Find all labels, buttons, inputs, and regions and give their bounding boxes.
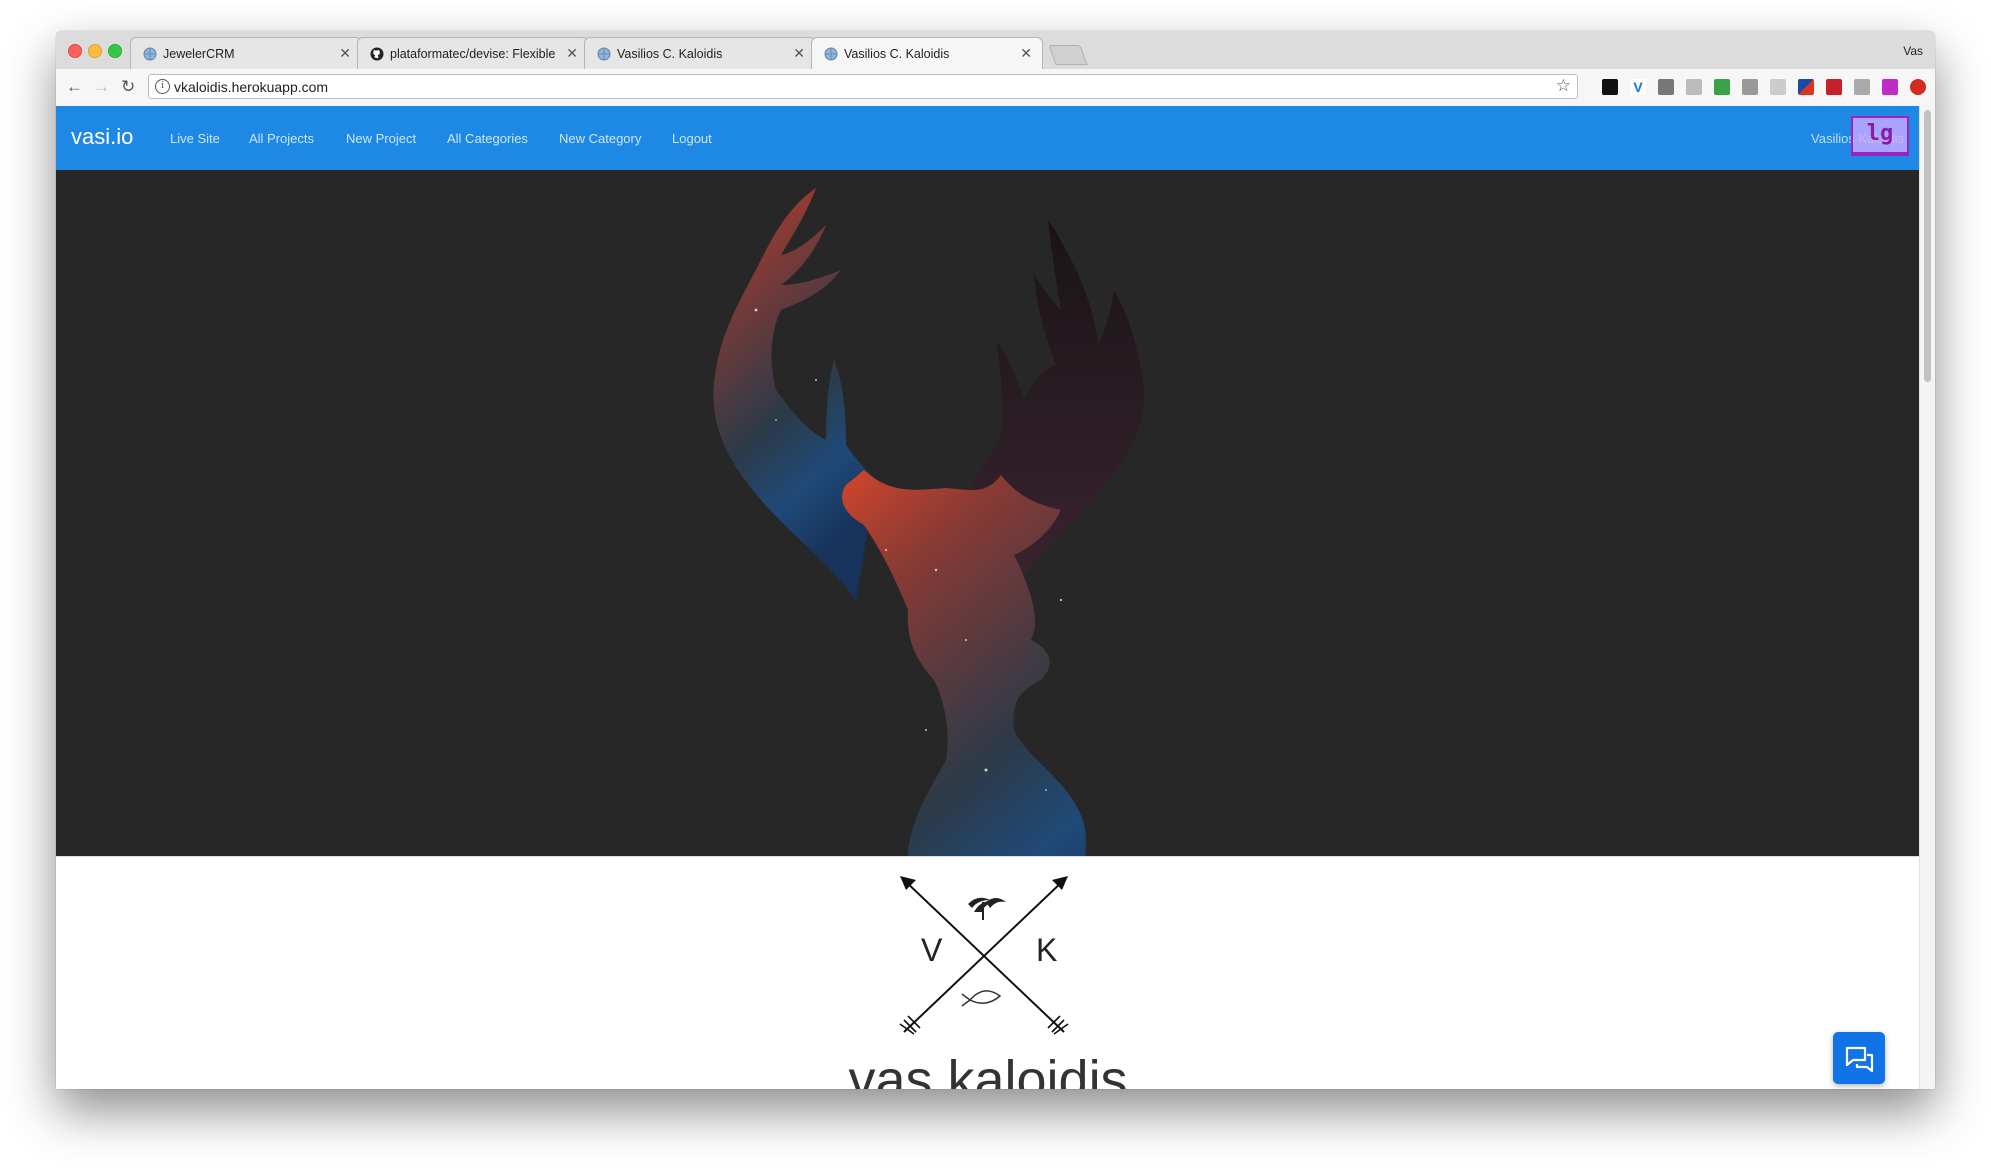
chat-icon — [1845, 1046, 1874, 1073]
calendar-extension-icon[interactable] — [1714, 79, 1730, 95]
fish-icon — [961, 990, 1002, 1007]
back-arrow-icon[interactable]: ← — [66, 77, 83, 97]
hero-banner — [56, 170, 1920, 1070]
thumb-extension-icon[interactable] — [1854, 79, 1870, 95]
reload-icon[interactable]: ↻ — [121, 77, 135, 97]
url-text: vkaloidis.herokuapp.com — [174, 79, 329, 95]
flower-extension-icon[interactable] — [1770, 79, 1786, 95]
zero-extension-icon[interactable] — [1742, 79, 1758, 95]
browser-toolbar: ← → ↻ i vkaloidis.herokuapp.com ☆ V — [56, 69, 1935, 107]
tab-jewelercrm[interactable]: JewelerCRM ✕ — [130, 37, 362, 69]
lg-extension-icon[interactable] — [1882, 79, 1898, 95]
flag-extension-icon[interactable] — [1798, 79, 1814, 95]
tab-strip: JewelerCRM ✕ plataformatec/devise: Flexi… — [56, 31, 1935, 70]
tab-close-icon[interactable]: ✕ — [1020, 45, 1032, 62]
address-bar[interactable]: i vkaloidis.herokuapp.com ☆ — [148, 74, 1578, 99]
jb-extension-icon[interactable] — [1602, 79, 1618, 95]
stop-extension-icon[interactable] — [1910, 79, 1926, 95]
nav-logout[interactable]: Logout — [672, 131, 712, 146]
close-window-button[interactable] — [68, 44, 82, 58]
chat-button[interactable] — [1833, 1032, 1885, 1084]
nav-new-category[interactable]: New Category — [559, 131, 641, 146]
page-viewport: vasi.io Live Site All Projects New Proje… — [56, 106, 1920, 1089]
tab-title: Vasilios C. Kaloidis — [617, 47, 723, 61]
minimize-window-button[interactable] — [88, 44, 102, 58]
github-icon — [370, 47, 384, 61]
tab-title: Vasilios C. Kaloidis — [844, 47, 950, 61]
galaxy-deer-head-image — [713, 188, 1145, 1070]
red-extension-icon[interactable] — [1826, 79, 1842, 95]
bookmark-star-icon[interactable]: ☆ — [1556, 76, 1571, 96]
document-extension-icon[interactable] — [1658, 79, 1674, 95]
page-heading: vas kaloidis — [848, 1050, 1128, 1089]
tab-title: plataformatec/devise: Flexible — [390, 47, 556, 61]
cube-extension-icon[interactable] — [1686, 79, 1702, 95]
site-navbar: vasi.io Live Site All Projects New Proje… — [56, 106, 1920, 170]
profile-name[interactable]: Vas — [1903, 44, 1923, 58]
brand-link[interactable]: vasi.io — [71, 124, 133, 150]
tab-kaloidis-active[interactable]: Vasilios C. Kaloidis ✕ — [811, 37, 1043, 70]
new-tab-button[interactable] — [1048, 45, 1088, 65]
tab-close-icon[interactable]: ✕ — [566, 45, 578, 62]
tab-kaloidis-1[interactable]: Vasilios C. Kaloidis ✕ — [584, 37, 816, 69]
globe-icon — [143, 47, 157, 61]
breakpoint-badge: lg — [1851, 116, 1909, 156]
info-icon[interactable]: i — [155, 79, 170, 94]
tab-title: JewelerCRM — [163, 47, 235, 61]
nav-new-project[interactable]: New Project — [346, 131, 416, 146]
tab-devise[interactable]: plataformatec/devise: Flexible ✕ — [357, 37, 589, 69]
forward-arrow-icon[interactable]: → — [93, 77, 110, 97]
monogram-k: K — [1036, 932, 1058, 968]
maximize-window-button[interactable] — [108, 44, 122, 58]
nav-all-categories[interactable]: All Categories — [447, 131, 528, 146]
globe-icon — [597, 47, 611, 61]
nav-all-projects[interactable]: All Projects — [249, 131, 314, 146]
globe-icon — [824, 47, 838, 61]
browser-window: JewelerCRM ✕ plataformatec/devise: Flexi… — [56, 31, 1935, 1089]
tab-close-icon[interactable]: ✕ — [793, 45, 805, 62]
v-extension-icon[interactable]: V — [1630, 79, 1646, 95]
about-section: V K vas kaloidis — [56, 856, 1920, 1089]
page-scrollbar[interactable] — [1919, 106, 1935, 1089]
palm-trees-icon — [968, 897, 1006, 920]
nav-live-site[interactable]: Live Site — [170, 131, 220, 146]
monogram-v: V — [921, 932, 943, 968]
tab-close-icon[interactable]: ✕ — [339, 45, 351, 62]
scrollbar-thumb[interactable] — [1924, 110, 1931, 382]
